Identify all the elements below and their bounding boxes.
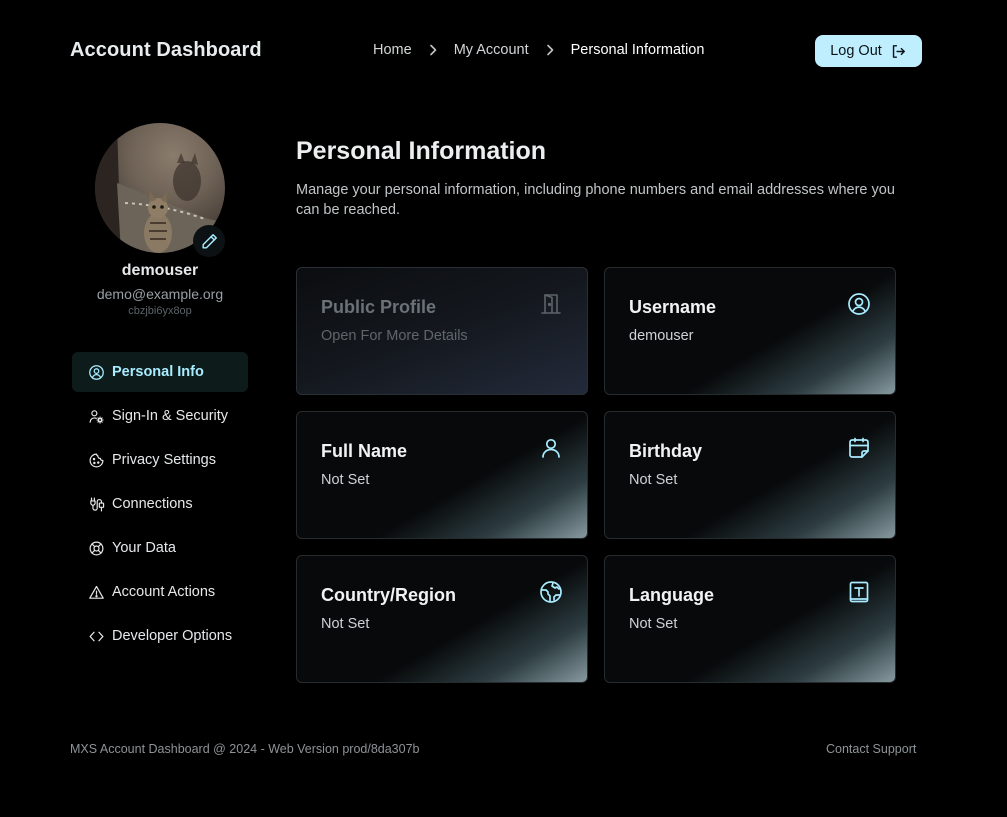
card-language[interactable]: Language Not Set	[604, 555, 896, 683]
card-full-name[interactable]: Full Name Not Set	[296, 411, 588, 539]
app-title: Account Dashboard	[70, 39, 262, 61]
user-icon	[539, 436, 563, 460]
breadcrumb-personal-information: Personal Information	[570, 42, 705, 58]
warning-triangle-icon	[89, 585, 104, 599]
sidebar-item-sign-in-security[interactable]: Sign-In & Security	[72, 396, 248, 436]
card-country-region[interactable]: Country/Region Not Set	[296, 555, 588, 683]
page-title: Personal Information	[296, 137, 547, 165]
card-value: Open For More Details	[321, 328, 468, 344]
card-title: Public Profile	[321, 297, 437, 317]
user-circle-icon	[847, 292, 871, 316]
card-birthday[interactable]: Birthday Not Set	[604, 411, 896, 539]
sidebar-item-label: Sign-In & Security	[112, 408, 229, 424]
card-username[interactable]: Username demouser	[604, 267, 896, 395]
card-value: Not Set	[629, 472, 678, 488]
card-title: Username	[629, 297, 717, 317]
chevron-right-icon	[429, 44, 436, 56]
sidebar-item-account-actions[interactable]: Account Actions	[72, 572, 248, 612]
log-out-icon	[892, 44, 905, 58]
calendar-icon	[847, 436, 871, 460]
card-value: Not Set	[321, 616, 370, 632]
lifebuoy-icon	[89, 541, 104, 555]
sidebar-item-label: Privacy Settings	[112, 452, 216, 468]
card-title: Birthday	[629, 441, 703, 461]
code-icon	[89, 631, 104, 641]
sidebar-item-label: Your Data	[112, 540, 176, 556]
chevron-right-icon	[546, 44, 553, 56]
pencil-icon	[201, 233, 217, 249]
breadcrumb: Home My Account Personal Information	[373, 42, 704, 58]
sidebar-item-label: Connections	[112, 496, 193, 512]
sidebar-nav: Personal Info Sign-In & Security Privacy…	[72, 352, 248, 660]
user-cog-icon	[89, 409, 104, 424]
plug-connection-icon	[90, 497, 105, 511]
card-value: Not Set	[321, 472, 370, 488]
sidebar-item-label: Developer Options	[112, 628, 233, 644]
card-title: Language	[629, 585, 715, 605]
log-out-button[interactable]: Log Out	[815, 35, 922, 67]
profile-email: demo@example.org	[96, 286, 224, 302]
breadcrumb-my-account[interactable]: My Account	[454, 42, 529, 58]
account-dashboard-page: Account Dashboard Home My Account Person…	[0, 0, 1007, 817]
sidebar-item-developer-options[interactable]: Developer Options	[72, 616, 248, 656]
globe-icon	[539, 580, 563, 604]
sidebar-item-your-data[interactable]: Your Data	[72, 528, 248, 568]
user-circle-icon	[89, 364, 104, 380]
text-language-icon	[847, 580, 871, 604]
footer-version: MXS Account Dashboard @ 2024 - Web Versi…	[70, 742, 420, 756]
door-open-icon	[539, 292, 563, 316]
sidebar-item-label: Personal Info	[112, 364, 204, 380]
log-out-label: Log Out	[830, 43, 882, 59]
breadcrumb-home[interactable]: Home	[373, 42, 412, 58]
card-public-profile[interactable]: Public Profile Open For More Details	[296, 267, 588, 395]
cookie-icon	[89, 453, 104, 467]
sidebar-item-privacy-settings[interactable]: Privacy Settings	[72, 440, 248, 480]
sidebar-item-label: Account Actions	[112, 584, 216, 600]
card-value: demouser	[629, 328, 694, 344]
edit-avatar-button[interactable]	[193, 225, 225, 257]
card-value: Not Set	[629, 616, 678, 632]
card-title: Country/Region	[321, 585, 456, 605]
contact-support-link[interactable]: Contact Support	[826, 742, 916, 756]
page-description: Manage your personal information, includ…	[296, 182, 895, 218]
card-title: Full Name	[321, 441, 408, 461]
sidebar-item-personal-info[interactable]: Personal Info	[72, 352, 248, 392]
profile-username: demouser	[121, 262, 199, 279]
sidebar-item-connections[interactable]: Connections	[72, 484, 248, 524]
profile-user-id: cbzjbi6yx8op	[128, 305, 192, 317]
